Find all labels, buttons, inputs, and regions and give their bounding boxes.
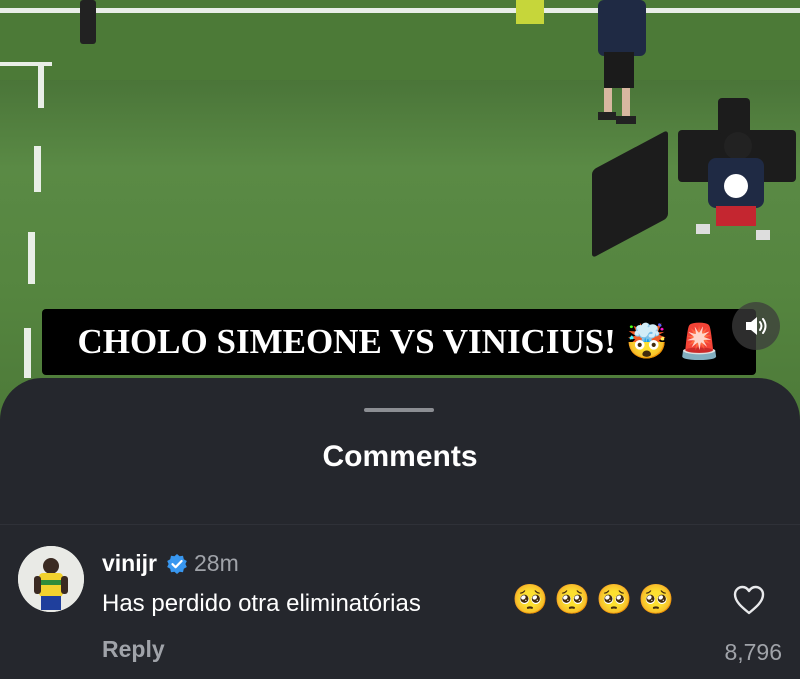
exploding-head-emoji: 🤯 bbox=[625, 323, 669, 361]
camera-rig bbox=[592, 129, 668, 259]
sheet-drag-handle[interactable] bbox=[364, 408, 434, 412]
reply-button[interactable]: Reply bbox=[102, 636, 165, 663]
video-player[interactable]: CHOLO SIMEONE VS VINICIUS! 🤯 🚨 bbox=[0, 0, 800, 420]
pitch-line bbox=[28, 232, 35, 284]
pitch-line bbox=[34, 146, 41, 192]
verified-badge-icon bbox=[167, 554, 187, 574]
sound-toggle-button[interactable] bbox=[732, 302, 780, 350]
comment-emojis: 🥺 🥺 🥺 🥺 bbox=[512, 586, 674, 615]
player-avatar-image bbox=[18, 546, 84, 612]
comment-text: Has perdido otra eliminatórias bbox=[102, 590, 421, 617]
pleading-face-emoji: 🥺 bbox=[512, 584, 549, 616]
siren-emoji: 🚨 bbox=[678, 323, 721, 361]
avatar[interactable] bbox=[18, 546, 84, 612]
pleading-face-emoji: 🥺 bbox=[596, 584, 633, 616]
speaker-icon bbox=[746, 317, 767, 335]
divider bbox=[0, 524, 800, 525]
cameraman-figure bbox=[594, 0, 654, 130]
comment-username[interactable]: vinijr bbox=[102, 550, 157, 577]
pitch-line bbox=[0, 8, 800, 13]
video-headline: CHOLO SIMEONE VS VINICIUS! 🤯 🚨 bbox=[42, 309, 756, 375]
pleading-face-emoji: 🥺 bbox=[638, 584, 675, 616]
heart-icon[interactable] bbox=[732, 584, 766, 616]
comment-timestamp: 28m bbox=[194, 550, 239, 576]
person-figure bbox=[76, 0, 102, 50]
pitch-line bbox=[24, 328, 31, 378]
camera-operator-figure bbox=[696, 132, 776, 256]
comments-title: Comments bbox=[322, 440, 478, 473]
pleading-face-emoji: 🥺 bbox=[554, 584, 591, 616]
camera-rig bbox=[718, 98, 750, 134]
comments-sheet: Comments vinijr 28m Has perdido otra eli… bbox=[0, 378, 800, 679]
like-count: 8,796 bbox=[724, 639, 782, 665]
pitch-line bbox=[38, 62, 44, 108]
person-figure bbox=[512, 0, 548, 30]
pitch-line bbox=[0, 62, 52, 66]
headline-text: CHOLO SIMEONE VS VINICIUS! bbox=[77, 322, 616, 361]
